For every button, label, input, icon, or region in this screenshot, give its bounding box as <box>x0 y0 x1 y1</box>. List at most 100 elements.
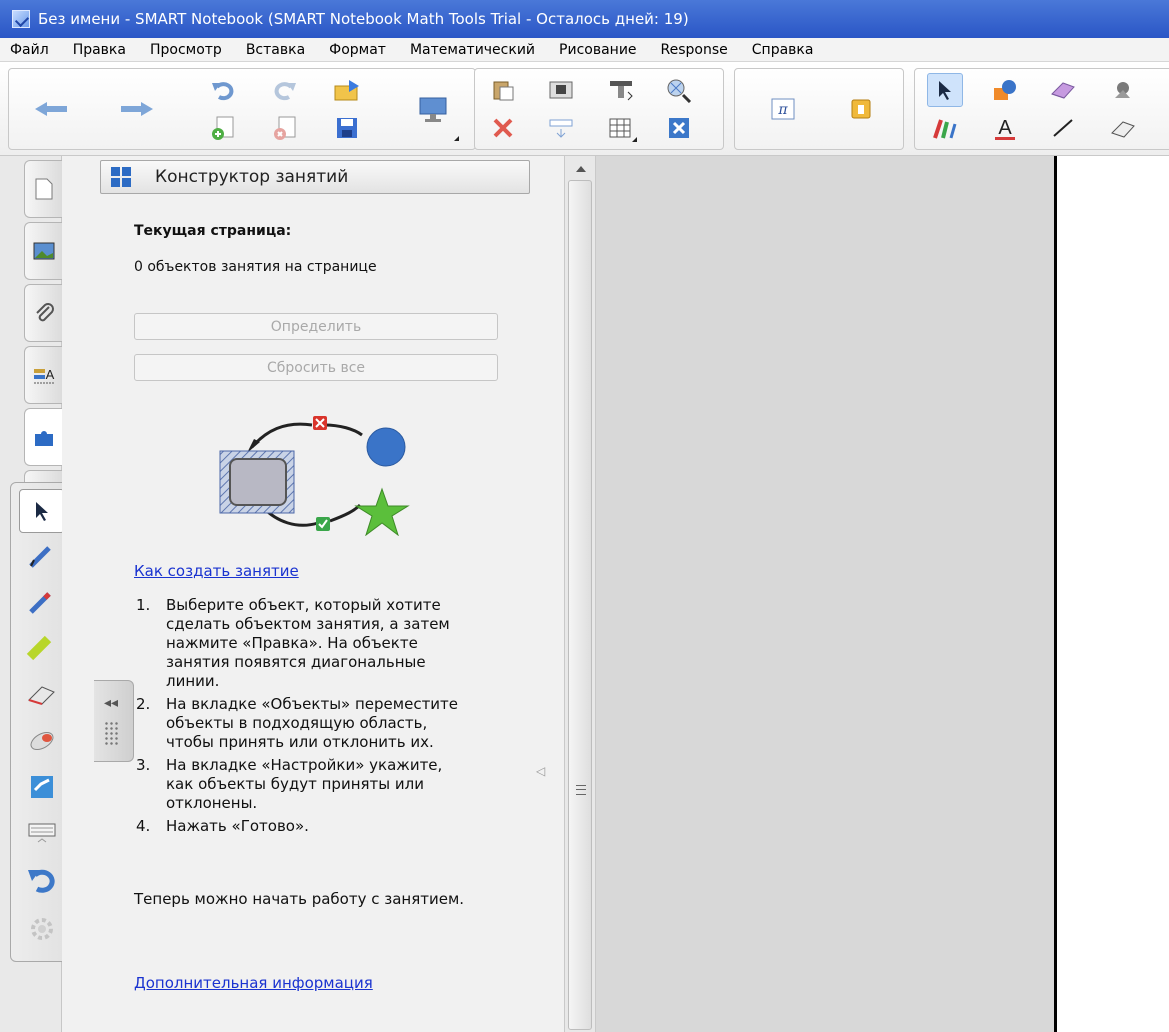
show-toolbar-icon <box>549 119 573 138</box>
rounded-square-shape <box>229 458 287 506</box>
undo-button[interactable] <box>205 73 241 107</box>
undo-icon <box>212 82 234 101</box>
eraser-icon <box>1051 82 1075 99</box>
float-settings-button[interactable] <box>19 907 65 951</box>
shapes-button[interactable] <box>987 73 1023 107</box>
step-text: Нажать «Готово». <box>166 817 309 835</box>
fit-page-button[interactable] <box>661 73 697 107</box>
lesson-illustration <box>219 416 410 536</box>
svg-text:π: π <box>777 102 788 118</box>
svg-text:A: A <box>45 367 54 382</box>
arrow-top-right <box>323 423 363 437</box>
insert-table-icon <box>610 81 633 101</box>
delete-page-button[interactable] <box>267 111 303 145</box>
add-page-button[interactable] <box>205 111 241 145</box>
tab-addons[interactable] <box>24 408 62 466</box>
close-box-icon <box>669 118 689 138</box>
open-file-button[interactable] <box>329 73 365 107</box>
full-screen-button[interactable] <box>603 73 639 107</box>
star-shape <box>354 487 410 536</box>
tab-attachments[interactable] <box>24 284 62 342</box>
toolbar-group-draw: A <box>914 68 1169 150</box>
lock-button[interactable] <box>833 74 889 144</box>
circle-shape <box>366 427 406 467</box>
menu-help[interactable]: Справка <box>740 42 826 58</box>
scrollbar-thumb[interactable] <box>568 180 592 1030</box>
vertical-scrollbar[interactable] <box>564 156 596 1032</box>
select-tool-button[interactable] <box>927 73 963 107</box>
float-pen-blue-button[interactable] <box>19 535 65 579</box>
tab-gallery[interactable] <box>24 222 62 280</box>
float-undo-button[interactable] <box>19 857 65 901</box>
resize-grip-icon[interactable]: ◁ <box>536 764 545 778</box>
close-box-button[interactable] <box>661 111 697 145</box>
select-arrow-icon <box>36 502 48 521</box>
magic-pen-icon <box>1115 82 1130 98</box>
float-pen-red-button[interactable] <box>19 581 65 625</box>
eraser-icon <box>28 686 55 705</box>
toolbar-group-navigation <box>8 68 476 150</box>
scroll-up-arrow-icon[interactable] <box>576 166 586 172</box>
list-item: 1. Выберите объект, который хотите сдела… <box>136 596 466 691</box>
highlighter-icon <box>26 635 52 661</box>
canvas-gray-area[interactable] <box>596 156 1054 1032</box>
toolbar-group-edit <box>474 68 724 150</box>
objects-count-text: 0 объектов занятия на странице <box>134 259 377 275</box>
float-eraser-button[interactable] <box>19 673 65 717</box>
title-bar: Без имени - SMART Notebook (SMART Notebo… <box>0 0 1169 38</box>
redo-button[interactable] <box>267 73 303 107</box>
menu-format[interactable]: Формат <box>317 42 398 58</box>
list-item: 2. На вкладке «Объекты» переместите объе… <box>136 695 466 752</box>
screen-display-icon <box>419 97 447 122</box>
menu-file[interactable]: Файл <box>0 42 61 58</box>
panel-header: Конструктор занятий <box>100 160 530 194</box>
define-button[interactable]: Определить <box>134 313 498 340</box>
text-button[interactable]: A <box>987 111 1023 145</box>
text-icon: A <box>995 117 1015 140</box>
more-info-link[interactable]: Дополнительная информация <box>134 974 373 992</box>
open-folder-icon <box>334 80 359 101</box>
menu-view[interactable]: Просмотр <box>138 42 234 58</box>
tab-properties[interactable]: A <box>24 346 62 404</box>
redo-icon <box>274 82 296 101</box>
back-button[interactable] <box>23 74 79 144</box>
float-notebook-button[interactable] <box>19 765 65 809</box>
step-text: Выберите объект, который хотите сделать … <box>166 596 450 690</box>
save-button[interactable] <box>329 111 365 145</box>
show-toolbar-button[interactable] <box>543 111 579 145</box>
float-magic-pen-button[interactable] <box>19 719 65 763</box>
menu-bar: Файл Правка Просмотр Вставка Формат Мате… <box>0 38 1169 62</box>
reset-all-button[interactable]: Сбросить все <box>134 354 498 381</box>
shapes-icon <box>994 80 1016 100</box>
undo-icon <box>28 869 55 893</box>
menu-draw[interactable]: Рисование <box>547 42 649 58</box>
screen-display-button[interactable] <box>405 74 461 144</box>
math-button[interactable]: π <box>755 74 811 144</box>
float-highlighter-button[interactable] <box>19 627 65 671</box>
menu-edit[interactable]: Правка <box>61 42 138 58</box>
properties-icon: A <box>33 367 54 384</box>
menu-response[interactable]: Response <box>649 42 740 58</box>
insert-table-button[interactable] <box>603 111 639 145</box>
list-item: 4. Нажать «Готово». <box>136 817 309 835</box>
delete-button[interactable] <box>485 111 521 145</box>
forward-button[interactable] <box>109 74 165 144</box>
screen-shade-button[interactable] <box>543 73 579 107</box>
erase-board-button[interactable] <box>1105 111 1141 145</box>
menu-insert[interactable]: Вставка <box>234 42 317 58</box>
tab-page-sorter[interactable] <box>24 160 62 218</box>
now-start-text: Теперь можно начать работу с занятием. <box>134 890 465 908</box>
float-select-button[interactable] <box>19 489 65 533</box>
magic-pen-button[interactable] <box>1105 73 1141 107</box>
line-button[interactable] <box>1045 111 1081 145</box>
eraser-button[interactable] <box>1045 73 1081 107</box>
menu-math[interactable]: Математический <box>398 42 547 58</box>
whiteboard-page[interactable] <box>1057 156 1169 1032</box>
float-keyboard-button[interactable] <box>19 811 65 855</box>
how-to-create-link[interactable]: Как создать занятие <box>134 562 299 580</box>
magic-pen-icon <box>30 731 54 751</box>
math-pi-icon: π <box>771 98 795 120</box>
pens-button[interactable] <box>927 111 963 145</box>
paste-button[interactable] <box>485 73 521 107</box>
collapse-tools-handle[interactable]: ◂◂ <box>94 680 134 762</box>
